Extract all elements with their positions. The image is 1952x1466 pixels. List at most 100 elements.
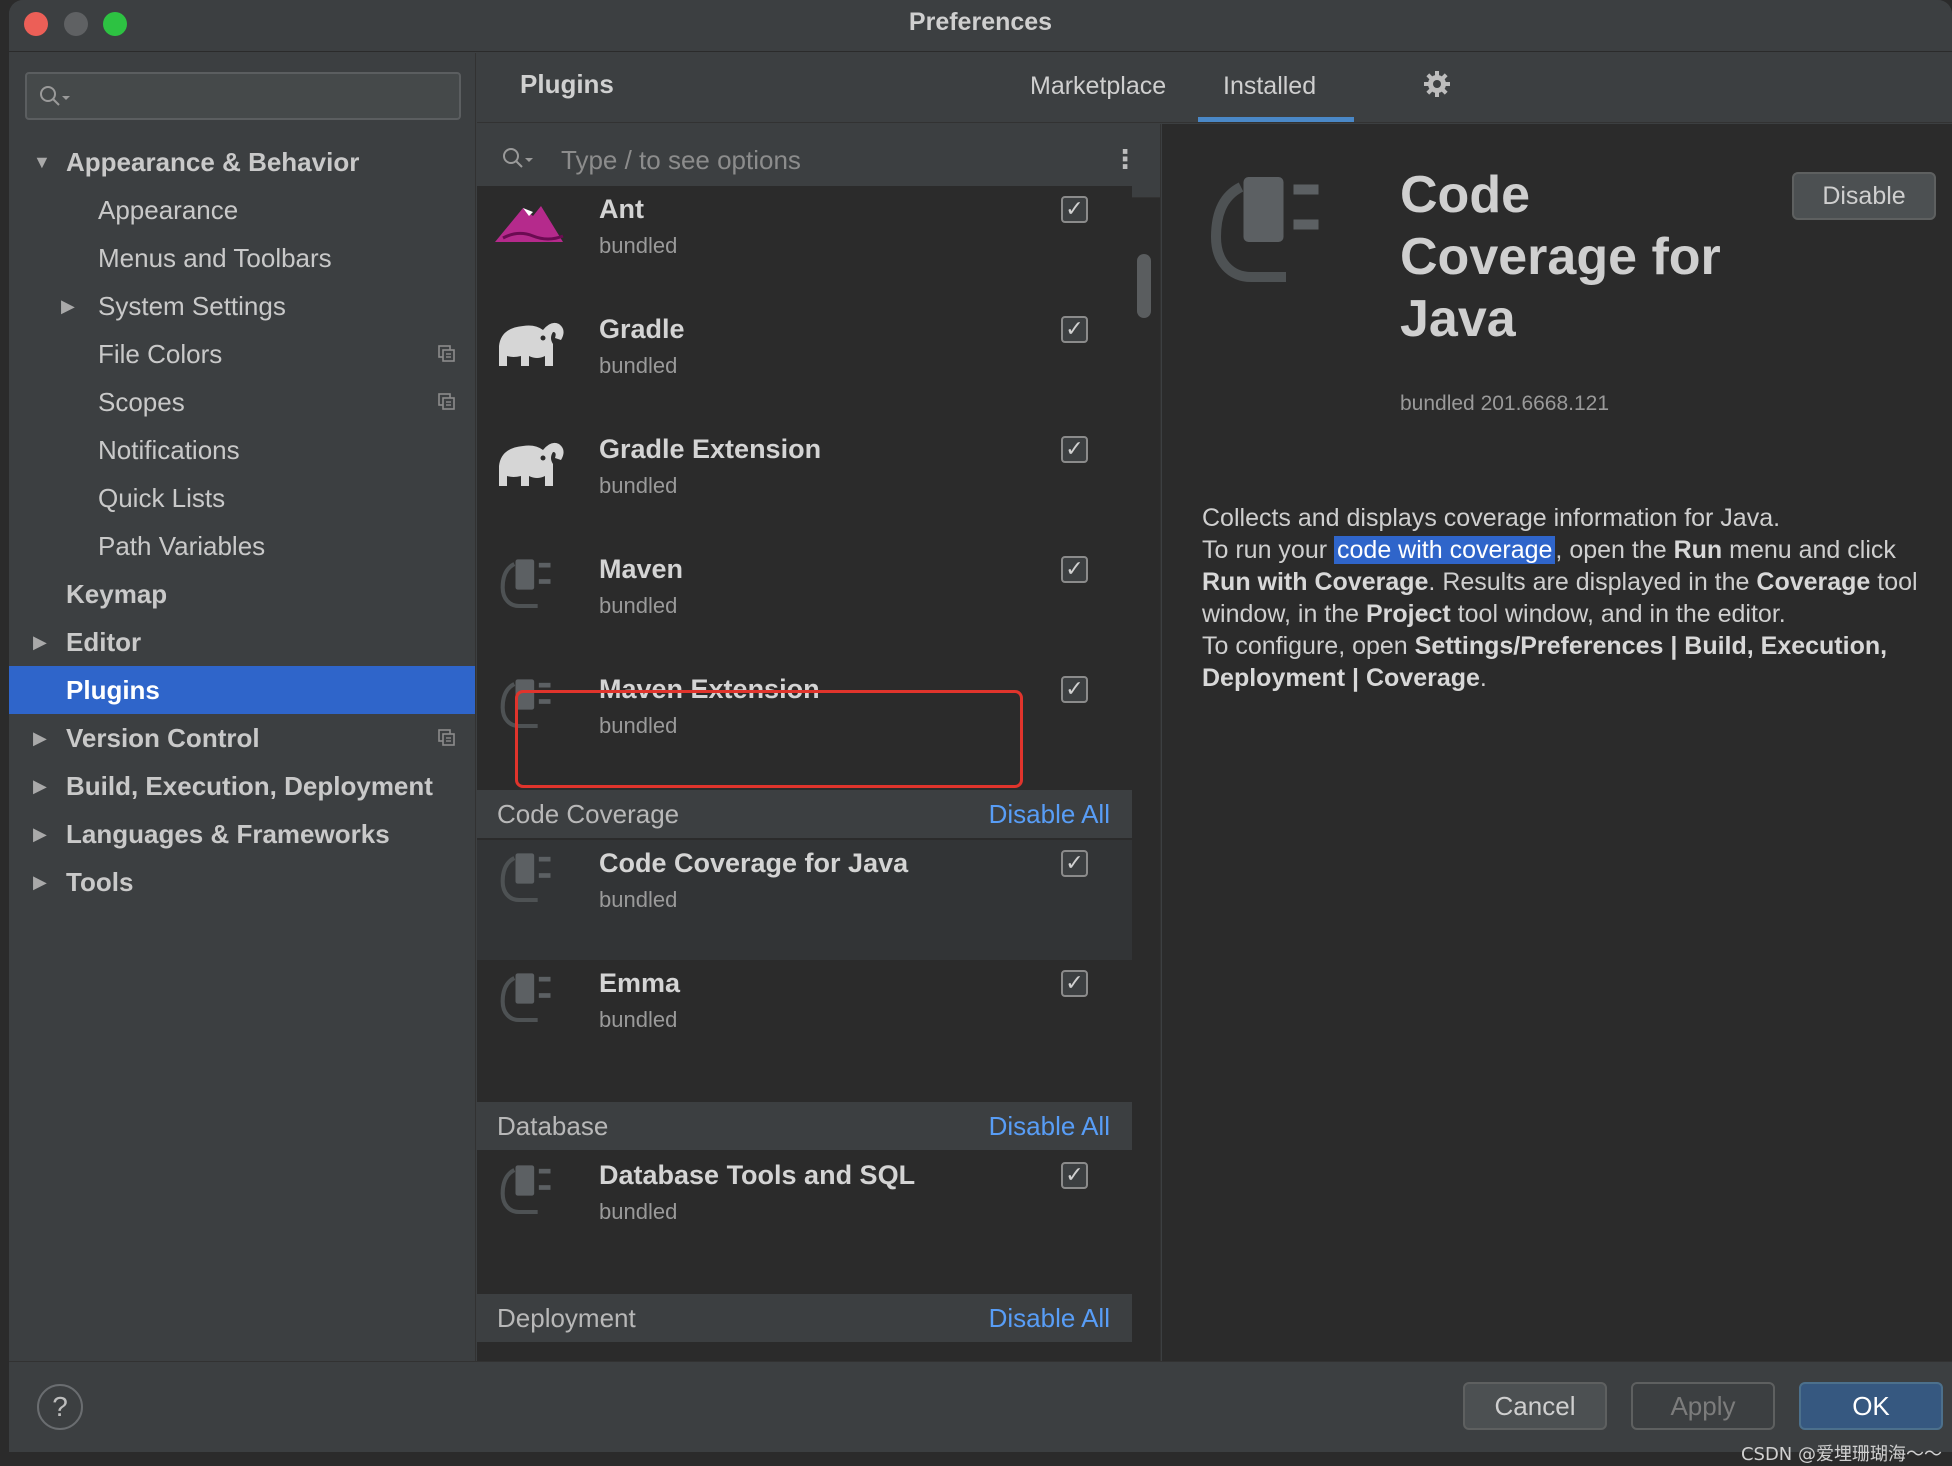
more-options-icon[interactable]: ⋮ [1112, 144, 1138, 175]
sidebar-item-label: Path Variables [98, 531, 266, 561]
sidebar-item-label: Quick Lists [98, 483, 226, 513]
sidebar-item-label: File Colors [98, 339, 223, 369]
elephant-icon [493, 310, 573, 385]
chevron-right-icon[interactable]: ▶ [61, 282, 75, 330]
plugin-enabled-checkbox[interactable]: ✓ [1061, 676, 1088, 703]
sidebar-item-menus-and-toolbars[interactable]: Menus and Toolbars [9, 234, 475, 282]
gear-icon[interactable] [1422, 69, 1452, 99]
plugin-name: Gradle [599, 314, 685, 344]
plugin-enabled-checkbox[interactable]: ✓ [1061, 196, 1088, 223]
disable-all-link[interactable]: Disable All [989, 799, 1110, 830]
sidebar-item-build-execution-deployment[interactable]: ▶ Build, Execution, Deployment [9, 762, 475, 810]
sidebar-item-label: Menus and Toolbars [98, 243, 332, 273]
sidebar-item-label: Notifications [98, 435, 240, 465]
plugin-enabled-checkbox[interactable]: ✓ [1061, 436, 1088, 463]
plugin-row-code-coverage-for-java[interactable]: Code Coverage for Java bundled ✓ [477, 840, 1132, 960]
chevron-down-icon[interactable]: ▼ [33, 138, 51, 186]
description-highlight: code with coverage [1334, 536, 1556, 564]
ant-icon [493, 190, 573, 265]
sidebar-item-plugins[interactable]: Plugins [9, 666, 475, 714]
highlight-annotation-box [515, 690, 1023, 788]
description-bold: Run [1673, 536, 1723, 564]
plugin-enabled-checkbox[interactable]: ✓ [1061, 850, 1088, 877]
plugin-name: Emma [599, 968, 681, 998]
sidebar-item-tools[interactable]: ▶ Tools [9, 858, 475, 906]
plugin-row-gradle[interactable]: Gradle bundled ✓ [477, 306, 1132, 426]
apply-button[interactable]: Apply [1631, 1382, 1775, 1430]
plugin-subtitle: bundled [599, 233, 678, 258]
chevron-right-icon[interactable]: ▶ [33, 618, 47, 666]
plugin-row-ant[interactable]: Ant bundled ✓ [477, 186, 1132, 306]
help-button[interactable]: ? [37, 1384, 83, 1430]
group-header-code-coverage: Code Coverage Disable All [477, 790, 1132, 838]
chevron-right-icon[interactable]: ▶ [33, 810, 47, 858]
desktop-background [0, 1452, 1952, 1466]
plugin-enabled-checkbox[interactable]: ✓ [1061, 316, 1088, 343]
sidebar-item-languages-frameworks[interactable]: ▶ Languages & Frameworks [9, 810, 475, 858]
chevron-right-icon[interactable]: ▶ [33, 762, 47, 810]
disable-plugin-button[interactable]: Disable [1792, 172, 1936, 220]
plugin-subtitle: bundled [599, 473, 678, 498]
plugin-subtitle: bundled [599, 887, 678, 912]
plug-icon [493, 550, 573, 625]
plugin-enabled-checkbox[interactable]: ✓ [1061, 1162, 1088, 1189]
plugin-name: Database Tools and SQL [599, 1160, 916, 1190]
plugin-subtitle: bundled [599, 353, 678, 378]
plugin-description: Collects and displays coverage informati… [1202, 502, 1922, 694]
settings-sidebar: ▼ Appearance & Behavior Appearance Menus an… [9, 53, 476, 1361]
sidebar-item-label: Tools [66, 867, 134, 897]
settings-search-input[interactable] [25, 72, 461, 120]
plugin-subtitle: bundled [599, 1199, 678, 1224]
chevron-right-icon[interactable]: ▶ [33, 858, 47, 906]
active-tab-indicator [1198, 117, 1354, 122]
plugin-name: Ant [599, 194, 644, 224]
window-title: Preferences [908, 8, 1053, 36]
sidebar-item-label: Languages & Frameworks [66, 819, 390, 849]
description-text: . [1479, 664, 1487, 692]
cancel-button[interactable]: Cancel [1463, 1382, 1607, 1430]
sidebar-item-label: Version Control [66, 723, 260, 753]
sidebar-item-path-variables[interactable]: Path Variables [9, 522, 475, 570]
plugin-search-input[interactable]: Type / to see options [561, 145, 801, 176]
sidebar-item-quick-lists[interactable]: Quick Lists [9, 474, 475, 522]
sidebar-item-file-colors[interactable]: File Colors [9, 330, 475, 378]
tab-installed[interactable]: Installed [1223, 72, 1316, 101]
sidebar-item-appearance[interactable]: Appearance [9, 186, 475, 234]
disable-all-link[interactable]: Disable All [989, 1111, 1110, 1142]
plugin-enabled-checkbox[interactable]: ✓ [1061, 556, 1088, 583]
group-name: Database [497, 1111, 609, 1141]
elephant-icon [493, 430, 573, 505]
plugin-row-emma[interactable]: Emma bundled ✓ [477, 960, 1132, 1102]
sidebar-item-keymap[interactable]: Keymap [9, 570, 475, 618]
plug-icon [493, 844, 573, 919]
list-scrollbar[interactable] [1137, 254, 1151, 318]
description-bold: Coverage [1756, 568, 1871, 596]
plugins-header: Plugins Marketplace Installed [477, 53, 1952, 123]
tab-marketplace[interactable]: Marketplace [1030, 72, 1166, 101]
plugin-detail: Code Coverage for Java Disable bundled 2… [1162, 124, 1952, 1361]
description-text: . Results are displayed in the [1428, 568, 1757, 596]
disable-all-link[interactable]: Disable All [989, 1303, 1110, 1334]
plugin-enabled-checkbox[interactable]: ✓ [1061, 970, 1088, 997]
preferences-window: Preferences ▼ Appearance & Behavior Appear… [9, 0, 1952, 1452]
sidebar-item-scopes[interactable]: Scopes [9, 378, 475, 426]
group-header-deployment: Deployment Disable All [477, 1294, 1132, 1342]
description-text: , open the [1555, 536, 1674, 564]
plugin-row-gradle-extension[interactable]: Gradle Extension bundled ✓ [477, 426, 1132, 546]
plugin-plug-icon [1210, 177, 1319, 282]
sidebar-item-system-settings[interactable]: ▶ System Settings [9, 282, 475, 330]
project-level-icon [438, 393, 455, 410]
group-name: Code Coverage [497, 799, 680, 829]
sidebar-item-notifications[interactable]: Notifications [9, 426, 475, 474]
sidebar-item-version-control[interactable]: ▶ Version Control [9, 714, 475, 762]
description-bold: Project [1366, 600, 1451, 628]
sidebar-item-appearance-behavior[interactable]: ▼ Appearance & Behavior [9, 138, 475, 186]
sidebar-item-label: Build, Execution, Deployment [66, 771, 433, 801]
page-title: Plugins [520, 69, 614, 99]
chevron-right-icon[interactable]: ▶ [33, 714, 47, 762]
plugin-row-database-tools-and-sql[interactable]: Database Tools and SQL bundled ✓ [477, 1152, 1132, 1294]
description-bold: Run with Coverage [1202, 568, 1429, 596]
sidebar-item-editor[interactable]: ▶ Editor [9, 618, 475, 666]
ok-button[interactable]: OK [1799, 1382, 1943, 1430]
plugin-row-maven[interactable]: Maven bundled ✓ [477, 546, 1132, 666]
